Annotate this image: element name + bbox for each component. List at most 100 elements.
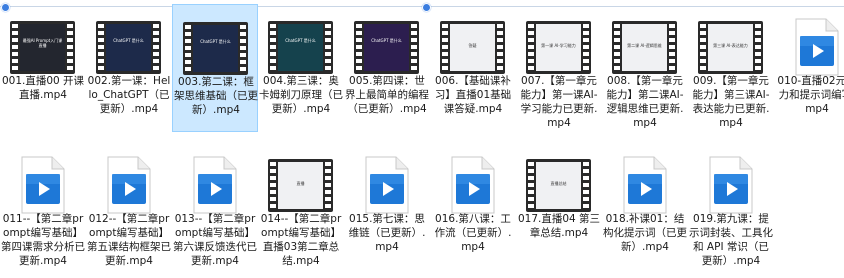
film-perforations bbox=[755, 24, 761, 71]
video-frame-title: 最强AI Prompt入门课直播 bbox=[22, 38, 63, 48]
video-frame-title: ChatGPT 是什么 bbox=[285, 38, 316, 43]
video-frame-title: 答疑 bbox=[468, 43, 477, 48]
file-item[interactable]: ChatGPT 是什么 002.第一课：Hello_ChatGPT（已更新）.mp… bbox=[86, 4, 172, 132]
film-perforations bbox=[583, 24, 589, 71]
file-name: 016.第八课：工作流（已更新）.mp4 bbox=[434, 213, 512, 253]
file-item[interactable]: 010-直播02元能力和提示词编写.mp4 bbox=[774, 4, 844, 132]
file-name: 015.第七课：思维链（已更新）.mp4 bbox=[348, 213, 426, 253]
file-name: 014--【第二章prompt编写基础】直播03第二章总结.mp4 bbox=[260, 213, 342, 267]
file-thumbnail: ChatGPT 是什么 bbox=[90, 14, 166, 80]
file-thumbnail: 直播 bbox=[262, 152, 338, 218]
film-perforations bbox=[614, 24, 620, 71]
file-name: 011--【第二章prompt编写基础】第四课需求分析已更新.mp4 bbox=[1, 213, 85, 267]
file-name: 008.【第一章元能力】第二课AI-逻辑思维已更新.mp4 bbox=[606, 75, 684, 129]
film-perforations bbox=[270, 162, 276, 209]
file-item[interactable]: 第一课 AI-学习能力 007.【第一章元能力】第一课AI-学习能力已更新.mp4 bbox=[516, 4, 602, 132]
file-thumbnail bbox=[434, 152, 510, 218]
file-thumbnail bbox=[4, 152, 80, 218]
film-perforations bbox=[497, 24, 503, 71]
video-frame: 第二课 AI-逻辑思维 bbox=[622, 24, 667, 71]
video-thumbnail: ChatGPT 是什么 bbox=[354, 21, 419, 74]
file-item[interactable]: 直播 014--【第二章prompt编写基础】直播03第二章总结.mp4 bbox=[258, 142, 344, 270]
file-name: 003.第二课：框架思维基础（已更新）.mp4 bbox=[174, 76, 258, 116]
file-item[interactable]: 012--【第二章prompt编写基础】第五课结构框架已更新.mp4 bbox=[86, 142, 172, 270]
film-perforations bbox=[528, 24, 534, 71]
film-perforations bbox=[67, 24, 73, 71]
video-thumbnail: 最强AI Prompt入门课直播 bbox=[10, 21, 75, 74]
video-file-icon bbox=[623, 156, 667, 214]
video-frame: ChatGPT 是什么 bbox=[106, 24, 151, 71]
file-thumbnail: 第一课 AI-学习能力 bbox=[520, 14, 596, 80]
file-name: 001.直播00 开课直播.mp4 bbox=[1, 75, 85, 101]
video-file-icon bbox=[709, 156, 753, 214]
video-file-icon bbox=[193, 156, 237, 214]
file-name: 006.【基础课补习】直播01基础课答疑.mp4 bbox=[434, 75, 512, 115]
video-thumbnail: 直播总结 bbox=[526, 159, 591, 212]
file-thumbnail bbox=[778, 14, 844, 80]
video-frame: 第三课 AI-表达能力 bbox=[708, 24, 753, 71]
video-thumbnail: 第三课 AI-表达能力 bbox=[698, 21, 763, 74]
film-perforations bbox=[98, 24, 104, 71]
film-perforations bbox=[411, 24, 417, 71]
film-perforations bbox=[325, 162, 331, 209]
file-name: 002.第一课：Hello_ChatGPT（已更新）.mp4 bbox=[87, 75, 171, 115]
file-name: 005.第四课：世界上最简单的编程（已更新）.mp4 bbox=[345, 75, 429, 115]
film-perforations bbox=[528, 162, 534, 209]
video-frame: 答疑 bbox=[450, 24, 495, 71]
file-item[interactable]: 直播总结 017.直播04 第三章总结.mp4 bbox=[516, 142, 602, 270]
video-thumbnail: ChatGPT 是什么 bbox=[96, 21, 161, 74]
video-file-icon bbox=[21, 156, 65, 214]
file-item[interactable]: 013--【第二章prompt编写基础】第六课反馈迭代已更新.mp4 bbox=[172, 142, 258, 270]
file-thumbnail bbox=[176, 152, 252, 218]
film-perforations bbox=[700, 24, 706, 71]
file-thumbnail: ChatGPT 是什么 bbox=[177, 15, 253, 81]
video-frame: ChatGPT 是什么 bbox=[364, 24, 409, 71]
film-perforations bbox=[153, 24, 159, 71]
file-item[interactable]: 最强AI Prompt入门课直播 001.直播00 开课直播.mp4 bbox=[0, 4, 86, 132]
video-thumbnail: ChatGPT 是什么 bbox=[183, 22, 248, 75]
video-frame: 直播总结 bbox=[536, 162, 581, 209]
video-frame-title: ChatGPT 是什么 bbox=[200, 39, 231, 44]
file-thumbnail bbox=[348, 152, 424, 218]
film-perforations bbox=[669, 24, 675, 71]
file-item[interactable]: ChatGPT 是什么 004.第三课：奥卡姆剃刀原理（已更新）.mp4 bbox=[258, 4, 344, 132]
video-frame: 第一课 AI-学习能力 bbox=[536, 24, 581, 71]
film-perforations bbox=[442, 24, 448, 71]
file-thumbnail: 第三课 AI-表达能力 bbox=[692, 14, 768, 80]
file-thumbnail: 第二课 AI-逻辑思维 bbox=[606, 14, 682, 80]
video-frame: 直播 bbox=[278, 162, 323, 209]
file-item[interactable]: 第二课 AI-逻辑思维 008.【第一章元能力】第二课AI-逻辑思维已更新.mp4 bbox=[602, 4, 688, 132]
file-name: 017.直播04 第三章总结.mp4 bbox=[517, 213, 601, 239]
video-frame: ChatGPT 是什么 bbox=[193, 25, 238, 72]
video-thumbnail: 第一课 AI-学习能力 bbox=[526, 21, 591, 74]
video-thumbnail: 第二课 AI-逻辑思维 bbox=[612, 21, 677, 74]
video-file-icon bbox=[451, 156, 495, 214]
film-perforations bbox=[270, 24, 276, 71]
file-thumbnail: ChatGPT 是什么 bbox=[262, 14, 338, 80]
file-item[interactable]: 018.补课01：结构化提示词（已更新）.mp4 bbox=[602, 142, 688, 270]
file-item[interactable]: 答疑 006.【基础课补习】直播01基础课答疑.mp4 bbox=[430, 4, 516, 132]
file-item[interactable]: 019.第九课：提示词封装、工具化和 API 常识（已更新）.mp4 bbox=[688, 142, 774, 270]
file-item[interactable]: ChatGPT 是什么 005.第四课：世界上最简单的编程（已更新）.mp4 bbox=[344, 4, 430, 132]
file-name: 019.第九课：提示词封装、工具化和 API 常识（已更新）.mp4 bbox=[689, 213, 773, 267]
file-item[interactable]: 016.第八课：工作流（已更新）.mp4 bbox=[430, 142, 516, 270]
file-thumbnail bbox=[606, 152, 682, 218]
file-item[interactable]: 015.第七课：思维链（已更新）.mp4 bbox=[344, 142, 430, 270]
video-frame: ChatGPT 是什么 bbox=[278, 24, 323, 71]
video-file-icon bbox=[795, 18, 839, 76]
file-item[interactable]: 011--【第二章prompt编写基础】第四课需求分析已更新.mp4 bbox=[0, 142, 86, 270]
video-thumbnail: 直播 bbox=[268, 159, 333, 212]
video-frame-title: ChatGPT 是什么 bbox=[371, 38, 402, 43]
file-thumbnail bbox=[692, 152, 768, 218]
video-frame-title: 直播总结 bbox=[550, 181, 567, 186]
video-thumbnail: ChatGPT 是什么 bbox=[268, 21, 333, 74]
video-frame-title: 第二课 AI-逻辑思维 bbox=[627, 43, 662, 48]
video-frame-title: 直播 bbox=[296, 181, 305, 186]
file-name: 004.第三课：奥卡姆剃刀原理（已更新）.mp4 bbox=[259, 75, 343, 115]
film-perforations bbox=[185, 25, 191, 72]
video-frame-title: 第三课 AI-表达能力 bbox=[713, 43, 748, 48]
file-item[interactable]: 第三课 AI-表达能力 009.【第一章元能力】第三课AI-表达能力已更新.mp4 bbox=[688, 4, 774, 132]
file-name: 012--【第二章prompt编写基础】第五课结构框架已更新.mp4 bbox=[87, 213, 171, 267]
file-item[interactable]: ChatGPT 是什么 003.第二课：框架思维基础（已更新）.mp4 bbox=[172, 4, 258, 132]
file-thumbnail: 答疑 bbox=[434, 14, 510, 80]
